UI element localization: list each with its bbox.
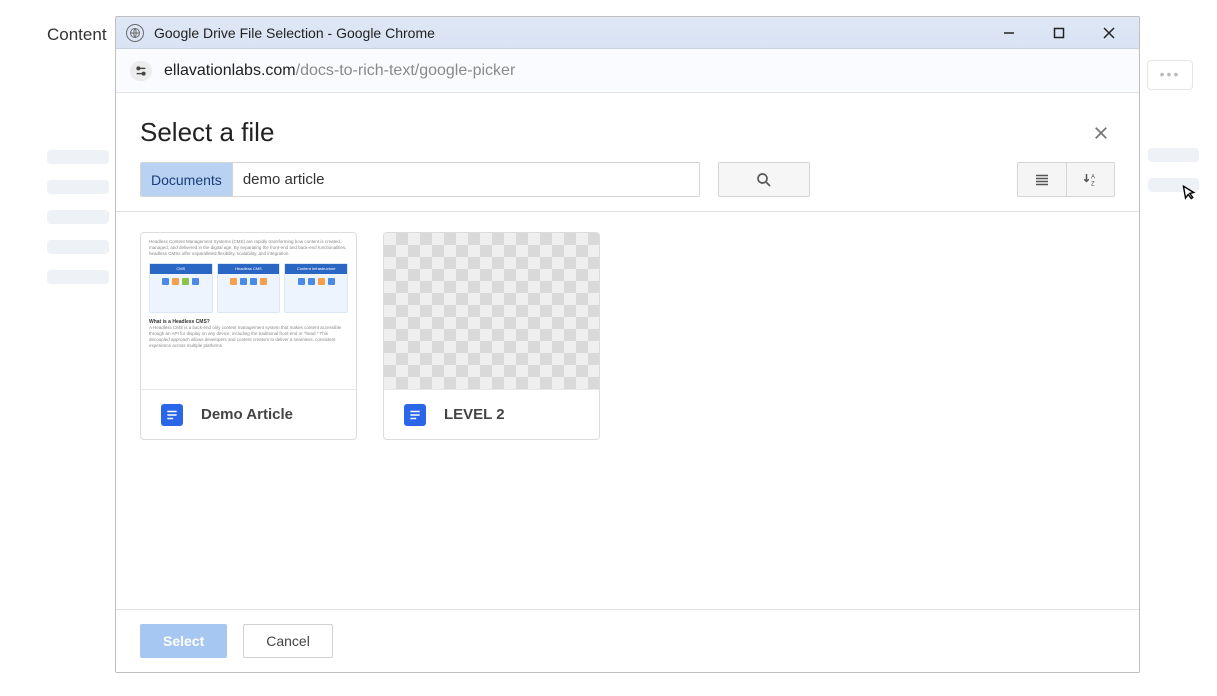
svg-text:A: A [1091,174,1095,180]
cursor-icon [1181,183,1200,206]
url-host: ellavationlabs.com [164,62,296,79]
svg-text:Z: Z [1091,181,1095,187]
search-box: Documents [140,162,700,197]
url-path: /docs-to-rich-text/google-picker [296,62,516,79]
window-minimize-button[interactable] [989,19,1029,47]
file-card[interactable]: LEVEL 2 [383,232,600,440]
file-name-label: Demo Article [201,406,293,423]
cancel-button[interactable]: Cancel [243,624,333,658]
window-title: Google Drive File Selection - Google Chr… [154,25,435,41]
file-card[interactable]: Headless Content Management Systems (CMS… [140,232,357,440]
select-button[interactable]: Select [140,624,227,658]
list-view-button[interactable] [1018,163,1066,196]
window-titlebar: Google Drive File Selection - Google Chr… [116,17,1139,49]
google-doc-icon [404,404,426,426]
address-bar: ellavationlabs.com/docs-to-rich-text/goo… [116,49,1139,93]
file-grid: Headless Content Management Systems (CMS… [116,212,1139,609]
bg-overflow-chip[interactable]: ••• [1147,60,1193,90]
search-button[interactable] [718,162,810,197]
google-doc-icon [161,404,183,426]
globe-icon [126,24,144,42]
picker-close-button[interactable] [1087,119,1115,147]
sort-button[interactable]: A Z [1066,163,1114,196]
url-display[interactable]: ellavationlabs.com/docs-to-rich-text/goo… [164,62,515,80]
file-name-label: LEVEL 2 [444,406,505,423]
site-settings-icon[interactable] [130,61,152,81]
file-thumbnail [384,233,599,389]
window-close-button[interactable] [1089,19,1129,47]
window-maximize-button[interactable] [1039,19,1079,47]
bg-skeleton-left [47,150,109,300]
chrome-window: Google Drive File Selection - Google Chr… [115,16,1140,673]
search-filter-chip[interactable]: Documents [141,163,233,196]
bg-content-label: Content [47,25,107,45]
file-thumbnail: Headless Content Management Systems (CMS… [141,233,356,389]
picker-title: Select a file [140,117,1087,148]
search-input[interactable] [233,163,699,196]
